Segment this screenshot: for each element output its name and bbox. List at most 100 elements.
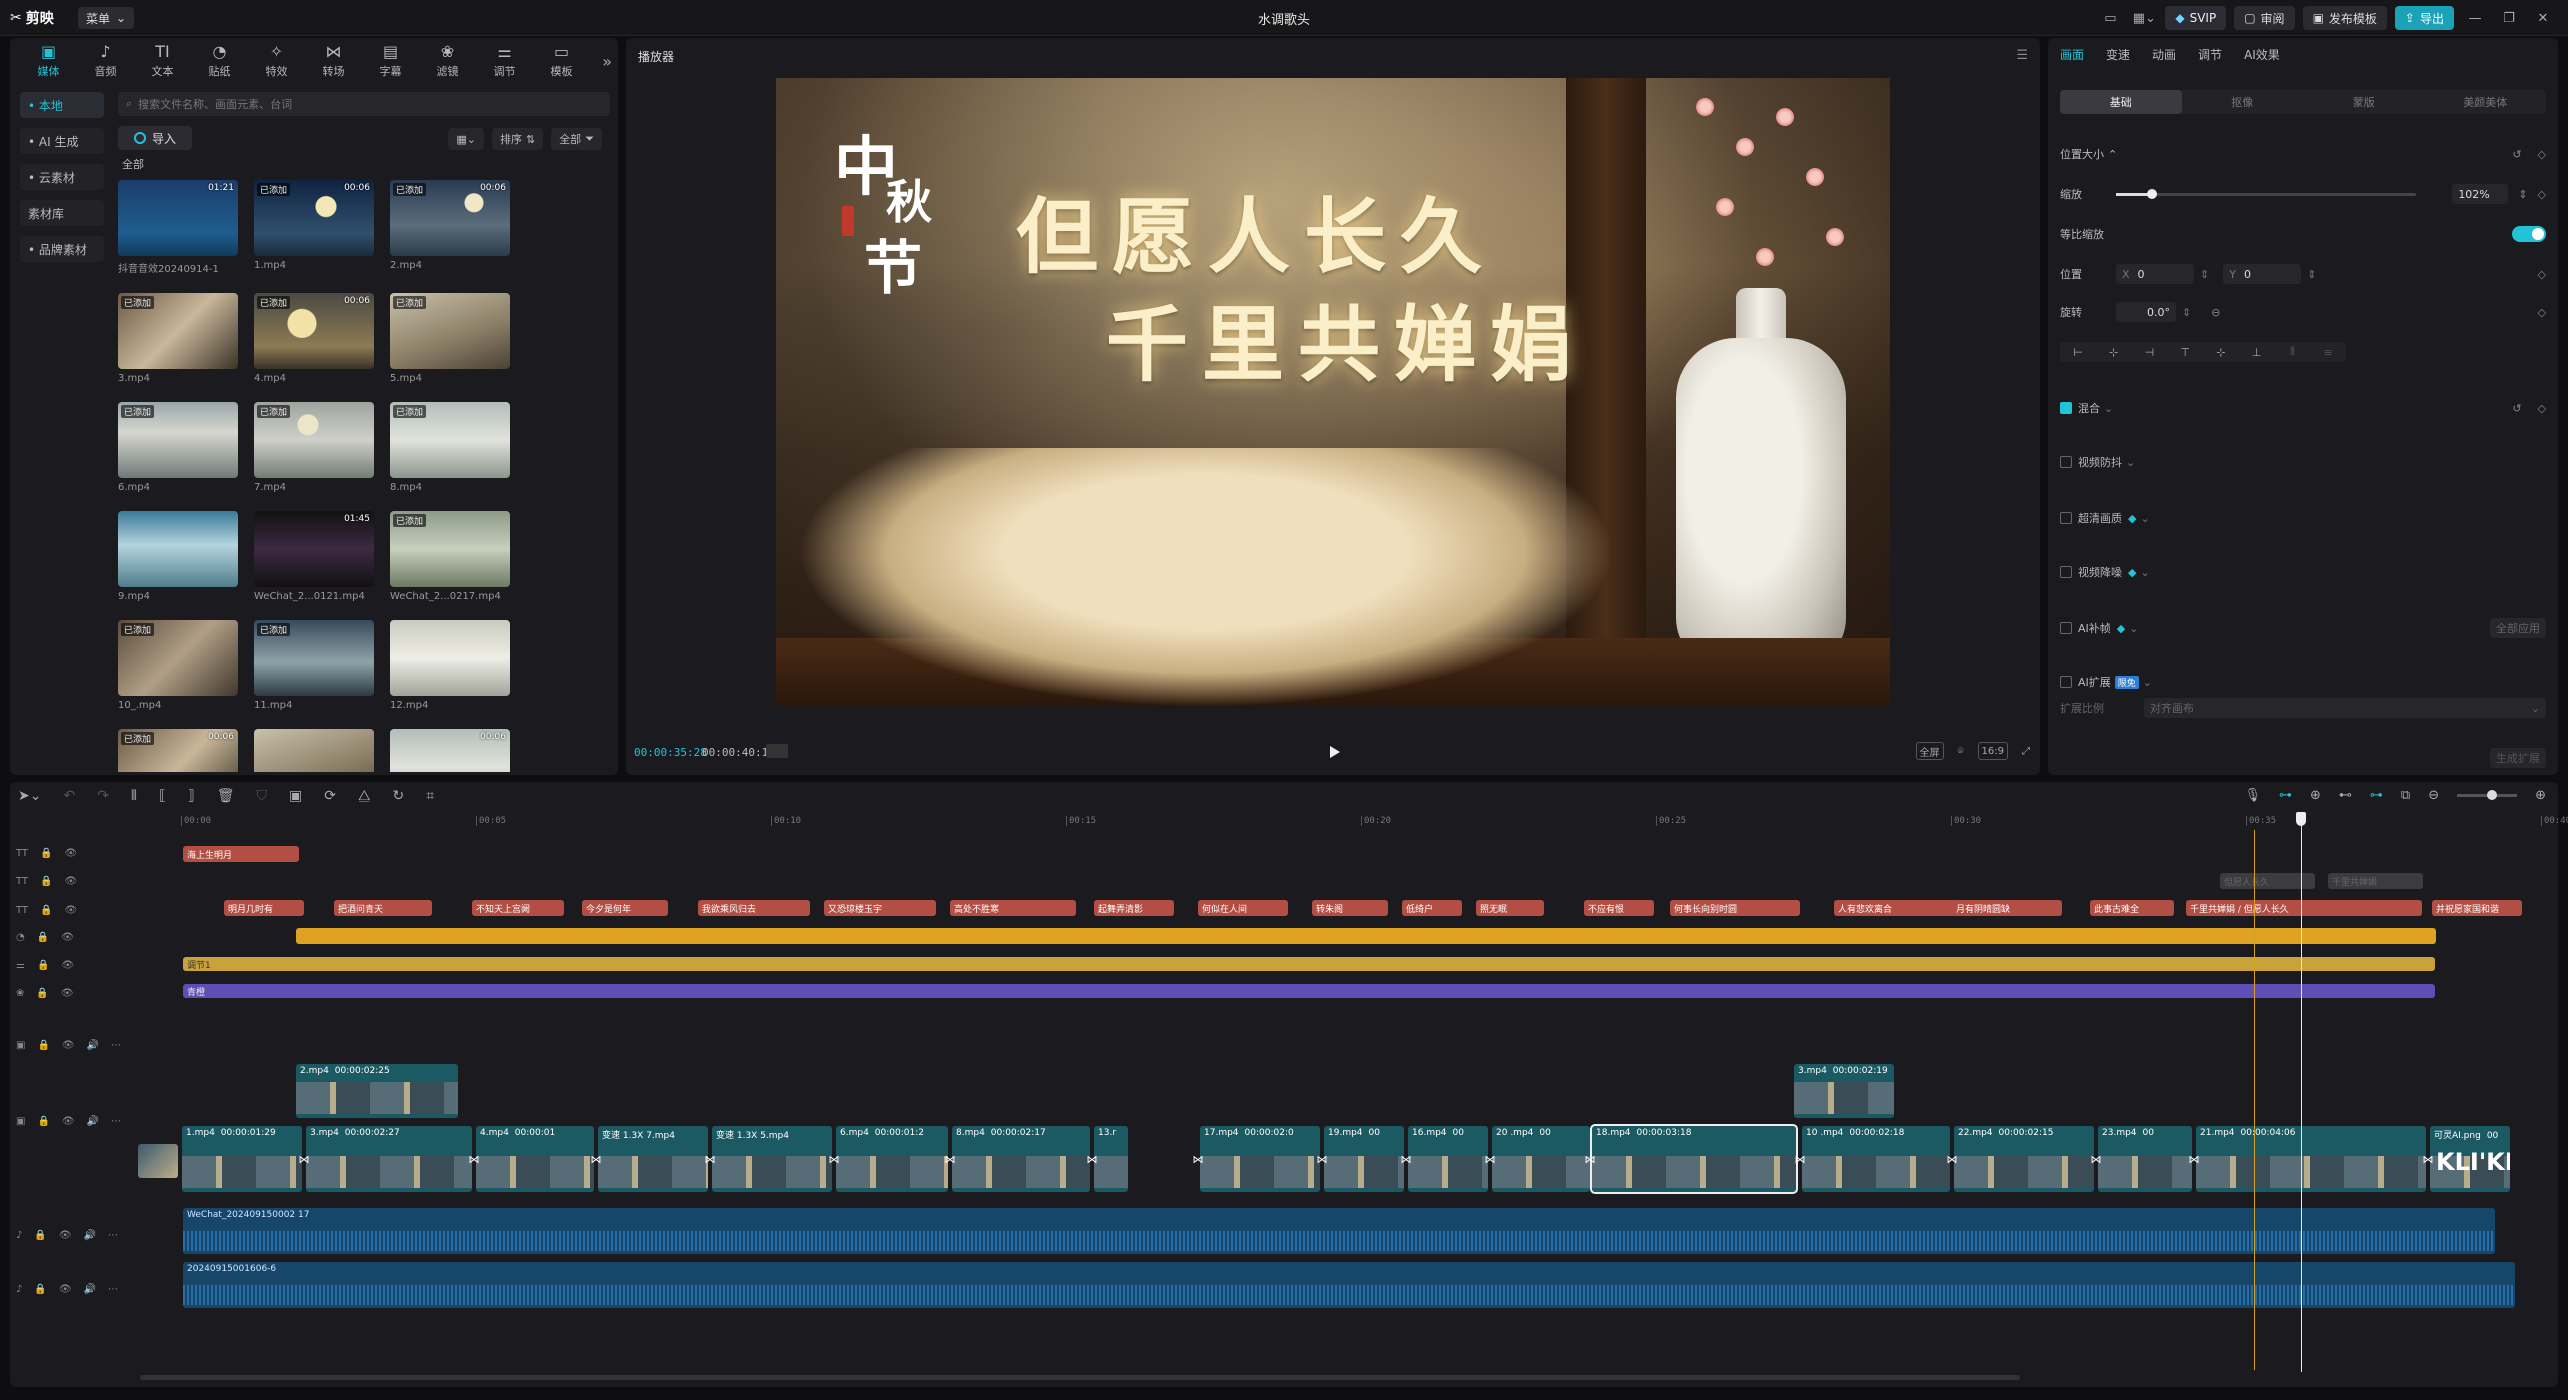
screenshot-icon[interactable]: ⌾ xyxy=(1958,746,1964,757)
video-preview[interactable]: 中 秋 节 但愿人长久 千里共婵娟 xyxy=(776,78,1890,706)
lyric-clip[interactable]: 我欲乘风归去 xyxy=(698,900,810,916)
chevron-up-icon[interactable]: ⌃ xyxy=(2108,148,2117,161)
position-x-field[interactable]: X0 xyxy=(2116,264,2194,284)
media-item[interactable]: 已添加 6.mp4 xyxy=(118,402,238,493)
media-item[interactable]: 已添加 00:06 4.mp4 xyxy=(254,293,374,384)
lyric-clip[interactable]: 人有悲欢离合 xyxy=(1834,900,1956,916)
align-bottom-icon[interactable]: ⊥ xyxy=(2239,342,2275,362)
lyric-clip[interactable]: 把酒问青天 xyxy=(334,900,432,916)
lyric-clip[interactable]: 并祝愿家国和谐 xyxy=(2432,900,2522,916)
main-track-clip[interactable]: 6.mp4 00:00:01:2 xyxy=(836,1126,948,1192)
media-item[interactable]: 已添加 7.mp4 xyxy=(254,402,374,493)
transition-icon[interactable]: ⋈ xyxy=(1945,1152,1959,1166)
minimize-icon[interactable]: — xyxy=(2462,6,2488,30)
distribute-v-icon[interactable]: ≡ xyxy=(2310,342,2346,362)
media-item[interactable] xyxy=(254,729,374,772)
super-res-checkbox[interactable] xyxy=(2060,512,2072,524)
lyric-clip[interactable]: 此事古难全 xyxy=(2090,900,2174,916)
tool-media[interactable]: ▣ 媒体 xyxy=(20,38,77,84)
main-track-clip[interactable]: 1.mp4 00:00:01:29 xyxy=(182,1126,302,1192)
main-track-clip[interactable]: 23.mp4 00 xyxy=(2098,1126,2192,1192)
media-item[interactable]: 已添加 10_.mp4 xyxy=(118,620,238,711)
blend-checkbox[interactable] xyxy=(2060,402,2072,414)
keyframe-icon[interactable]: ◇ xyxy=(2538,402,2546,415)
svip-button[interactable]: ◆ SVIP xyxy=(2165,6,2227,30)
sort-button[interactable]: 排序 ⇅ xyxy=(491,128,544,150)
transition-icon[interactable]: ⋈ xyxy=(2089,1152,2103,1166)
align-center-v-icon[interactable]: ⊹ xyxy=(2203,342,2239,362)
keyframe-icon[interactable]: ◇ xyxy=(2538,268,2546,281)
main-track-clip[interactable]: 21.mp4 00:00:04:06 xyxy=(2196,1126,2426,1192)
main-track-clip[interactable]: 8.mp4 00:00:02:17 xyxy=(952,1126,1090,1192)
media-item[interactable]: 已添加 11.mp4 xyxy=(254,620,374,711)
transition-icon[interactable]: ⋈ xyxy=(297,1152,311,1166)
media-thumbnail[interactable]: 已添加 00:06 xyxy=(118,729,238,772)
export-button[interactable]: ⇪ 导出 xyxy=(2394,6,2454,30)
adjust-clip[interactable]: 调节1 xyxy=(183,957,2435,971)
ai-expand-checkbox[interactable] xyxy=(2060,676,2072,688)
media-thumbnail[interactable]: 01:21 xyxy=(118,180,238,256)
media-thumbnail[interactable]: 已添加 xyxy=(390,293,510,369)
menu-button[interactable]: 菜单 ⌄ xyxy=(78,7,135,29)
transition-icon[interactable]: ⋈ xyxy=(2187,1152,2201,1166)
lyric-clip[interactable]: 千里共婵娟 / 但愿人长久 xyxy=(2186,900,2422,916)
stepper-icon[interactable]: ⇕ xyxy=(2200,268,2209,281)
main-track-clip[interactable]: 变速 1.3X 5.mp4 xyxy=(712,1126,832,1192)
transition-icon[interactable]: ⋈ xyxy=(1315,1152,1329,1166)
playhead-handle[interactable] xyxy=(2296,812,2307,826)
lyric-clip[interactable]: 何似在人间 xyxy=(1198,900,1288,916)
sticker-clip[interactable] xyxy=(296,928,2436,944)
media-item[interactable]: 00:06 xyxy=(390,729,510,772)
overlay-clip[interactable]: 2.mp4 00:00:02:25 xyxy=(296,1064,458,1118)
lyric-clip[interactable]: 明月几时有 xyxy=(224,900,304,916)
chevron-down-icon[interactable]: ⌄ xyxy=(2126,456,2135,469)
scale-slider-knob[interactable] xyxy=(2147,189,2157,199)
tool-adjust[interactable]: ⚌ 调节 xyxy=(476,38,533,84)
main-track-clip[interactable]: 18.mp4 00:00:03:18 xyxy=(1590,1124,1798,1194)
media-thumbnail[interactable]: 已添加 xyxy=(118,620,238,696)
transition-icon[interactable]: ⋈ xyxy=(1583,1152,1597,1166)
main-track-clip[interactable]: 3.mp4 00:00:02:27 xyxy=(306,1126,472,1192)
media-item[interactable]: 已添加 5.mp4 xyxy=(390,293,510,384)
reset-icon[interactable]: ↺ xyxy=(2512,148,2521,161)
lyric-clip[interactable]: 不知天上宫阙 xyxy=(472,900,564,916)
audio-clip[interactable]: 20240915001606-6 xyxy=(183,1262,2515,1308)
side-nav-item[interactable]: • 云素材 xyxy=(20,164,104,190)
tool-subtitle[interactable]: ▤ 字幕 xyxy=(362,38,419,84)
text-clip[interactable]: 海上生明月 xyxy=(183,846,299,862)
media-thumbnail[interactable]: 已添加 xyxy=(118,293,238,369)
media-thumbnail[interactable]: 已添加 xyxy=(390,402,510,478)
prop-tab[interactable]: 变速 xyxy=(2106,46,2130,63)
keyframe-icon[interactable]: ◇ xyxy=(2538,148,2546,161)
main-track-clip[interactable]: 13.r xyxy=(1094,1126,1128,1192)
lyric-clip[interactable]: 何事长向别时圆 xyxy=(1670,900,1800,916)
more-tools-icon[interactable]: » xyxy=(602,52,612,71)
side-nav-item[interactable]: • AI 生成 xyxy=(20,128,104,154)
tool-audio[interactable]: ♪ 音频 xyxy=(77,38,134,84)
keyframe-icon[interactable]: ◇ xyxy=(2538,188,2546,201)
lyric-clip[interactable]: 起舞弄清影 xyxy=(1094,900,1174,916)
expand-ratio-select[interactable]: 对齐画布 ⌄ xyxy=(2144,698,2546,718)
fullscreen-preview-button[interactable]: 全屏 xyxy=(1915,742,1944,760)
media-item[interactable]: 已添加 00:06 1.mp4 xyxy=(254,180,374,275)
chevron-down-icon[interactable]: ⌄ xyxy=(2143,676,2152,689)
publish-template-button[interactable]: ▣ 发布模板 xyxy=(2302,6,2387,30)
media-thumbnail[interactable]: 已添加 00:06 xyxy=(254,180,374,256)
scale-value-field[interactable]: 102% xyxy=(2452,184,2509,204)
lyric-clip[interactable]: 又恐琼楼玉宇 xyxy=(824,900,936,916)
chevron-down-icon[interactable]: ⌄ xyxy=(2140,512,2149,525)
media-thumbnail[interactable]: 已添加 xyxy=(390,511,510,587)
filter-clip[interactable]: 青橙 xyxy=(183,984,2435,998)
cover-thumbnail[interactable] xyxy=(138,1144,178,1178)
transition-icon[interactable]: ⋈ xyxy=(1191,1152,1205,1166)
lyric-clip[interactable]: 转朱阁 xyxy=(1312,900,1388,916)
transition-icon[interactable]: ⋈ xyxy=(1793,1152,1807,1166)
main-track-clip[interactable]: 4.mp4 00:00:01 xyxy=(476,1126,594,1192)
media-item[interactable]: 12.mp4 xyxy=(390,620,510,711)
ratio-button[interactable]: 16:9 xyxy=(1977,742,2008,760)
lyric-clip[interactable]: 低绮户 xyxy=(1402,900,1462,916)
side-nav-item[interactable]: • 本地 xyxy=(20,92,104,118)
maximize-icon[interactable]: ❐ xyxy=(2496,6,2522,30)
stabilize-checkbox[interactable] xyxy=(2060,456,2072,468)
uniform-scale-toggle[interactable] xyxy=(2512,226,2546,242)
